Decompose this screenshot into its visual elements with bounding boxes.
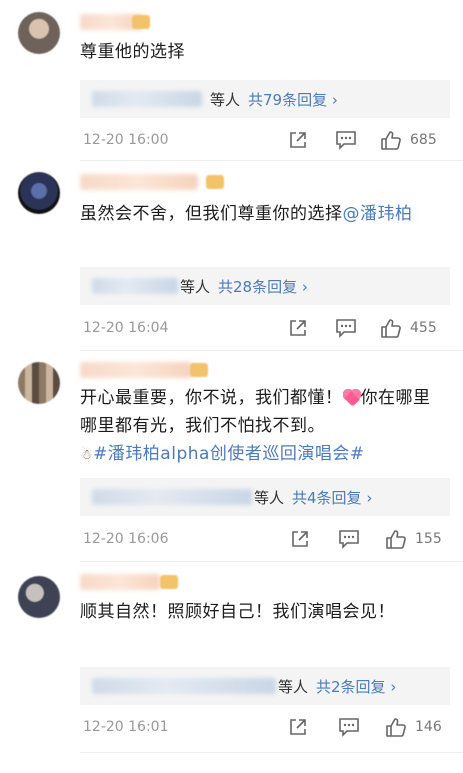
- reply-count-link[interactable]: 共79条回复 ›: [248, 91, 338, 109]
- comment-text: 尊重他的选择: [80, 42, 185, 62]
- comment-meta: 12-20 16:00 685: [80, 130, 450, 154]
- reply-count-link[interactable]: 共28条回复 ›: [218, 278, 308, 296]
- thumbs-up-icon[interactable]: [385, 529, 407, 553]
- comment-text: 开心最重要，你不说，我们都懂！ 你在哪里哪里都有光，我们不怕找不到。 ☃#潘玮柏a…: [80, 388, 431, 464]
- divider: [80, 752, 463, 753]
- comment-text: 虽然会不舍，但我们尊重你的选择@潘玮柏: [80, 204, 413, 224]
- username[interactable]: [80, 174, 198, 190]
- reply-preview[interactable]: 等人 共4条回复 ›: [80, 478, 450, 516]
- like-count: 146: [415, 719, 442, 735]
- user-badge-icon: [206, 175, 224, 189]
- comment-icon[interactable]: [338, 529, 360, 553]
- reply-preview[interactable]: 等人 共28条回复 ›: [80, 267, 450, 305]
- share-icon[interactable]: [290, 529, 310, 553]
- timestamp: 12-20 16:00: [83, 132, 169, 148]
- user-badge-icon: [190, 363, 208, 377]
- comment-meta: 12-20 16:01 146: [80, 717, 450, 741]
- avatar[interactable]: [18, 576, 60, 618]
- avatar[interactable]: [18, 12, 60, 54]
- share-icon[interactable]: [288, 130, 308, 154]
- reply-usernames: [92, 278, 178, 294]
- mention-link[interactable]: @潘玮柏: [343, 204, 413, 224]
- avatar[interactable]: [18, 362, 60, 404]
- topic-link[interactable]: #潘玮柏alpha创使者巡回演唱会#: [93, 444, 365, 464]
- avatar[interactable]: [18, 172, 60, 214]
- reply-count-link[interactable]: 共2条回复 ›: [316, 678, 396, 696]
- username[interactable]: [80, 362, 192, 378]
- heart-emoji-icon: [342, 389, 361, 405]
- user-badge-icon: [160, 575, 178, 589]
- like-count: 455: [410, 320, 437, 336]
- share-icon[interactable]: [288, 717, 308, 741]
- user-badge-icon: [132, 15, 150, 29]
- comment-icon[interactable]: [335, 318, 357, 342]
- like-count: 685: [410, 132, 437, 148]
- like-count: 155: [415, 531, 442, 547]
- reply-preview[interactable]: 等人 共2条回复 ›: [80, 667, 450, 705]
- reply-suffix: 等人: [278, 678, 309, 696]
- timestamp: 12-20 16:01: [83, 719, 169, 735]
- thumbs-up-icon[interactable]: [380, 318, 402, 342]
- comment-text: 顺其自然！照顾好自己！我们演唱会见！: [80, 602, 395, 622]
- comment-meta: 12-20 16:04 455: [80, 318, 450, 342]
- timestamp: 12-20 16:06: [83, 531, 169, 547]
- divider: [80, 160, 463, 161]
- reply-usernames: [92, 678, 276, 694]
- reply-count-link[interactable]: 共4条回复 ›: [292, 489, 372, 507]
- thumbs-up-icon[interactable]: [385, 717, 407, 741]
- reply-suffix: 等人: [210, 91, 241, 109]
- username[interactable]: [80, 574, 160, 590]
- timestamp: 12-20 16:04: [83, 320, 169, 336]
- reply-suffix: 等人: [254, 489, 285, 507]
- comment-icon[interactable]: [338, 717, 360, 741]
- comment-icon[interactable]: [335, 130, 357, 154]
- topic-icon: ☃: [80, 447, 94, 463]
- reply-usernames: [92, 489, 252, 505]
- reply-usernames: [92, 91, 202, 107]
- divider: [80, 561, 463, 562]
- thumbs-up-icon[interactable]: [380, 130, 402, 154]
- reply-preview[interactable]: 等人 共79条回复 ›: [80, 80, 450, 118]
- reply-suffix: 等人: [180, 278, 211, 296]
- comment-meta: 12-20 16:06 155: [80, 529, 450, 553]
- divider: [80, 350, 463, 351]
- share-icon[interactable]: [288, 318, 308, 342]
